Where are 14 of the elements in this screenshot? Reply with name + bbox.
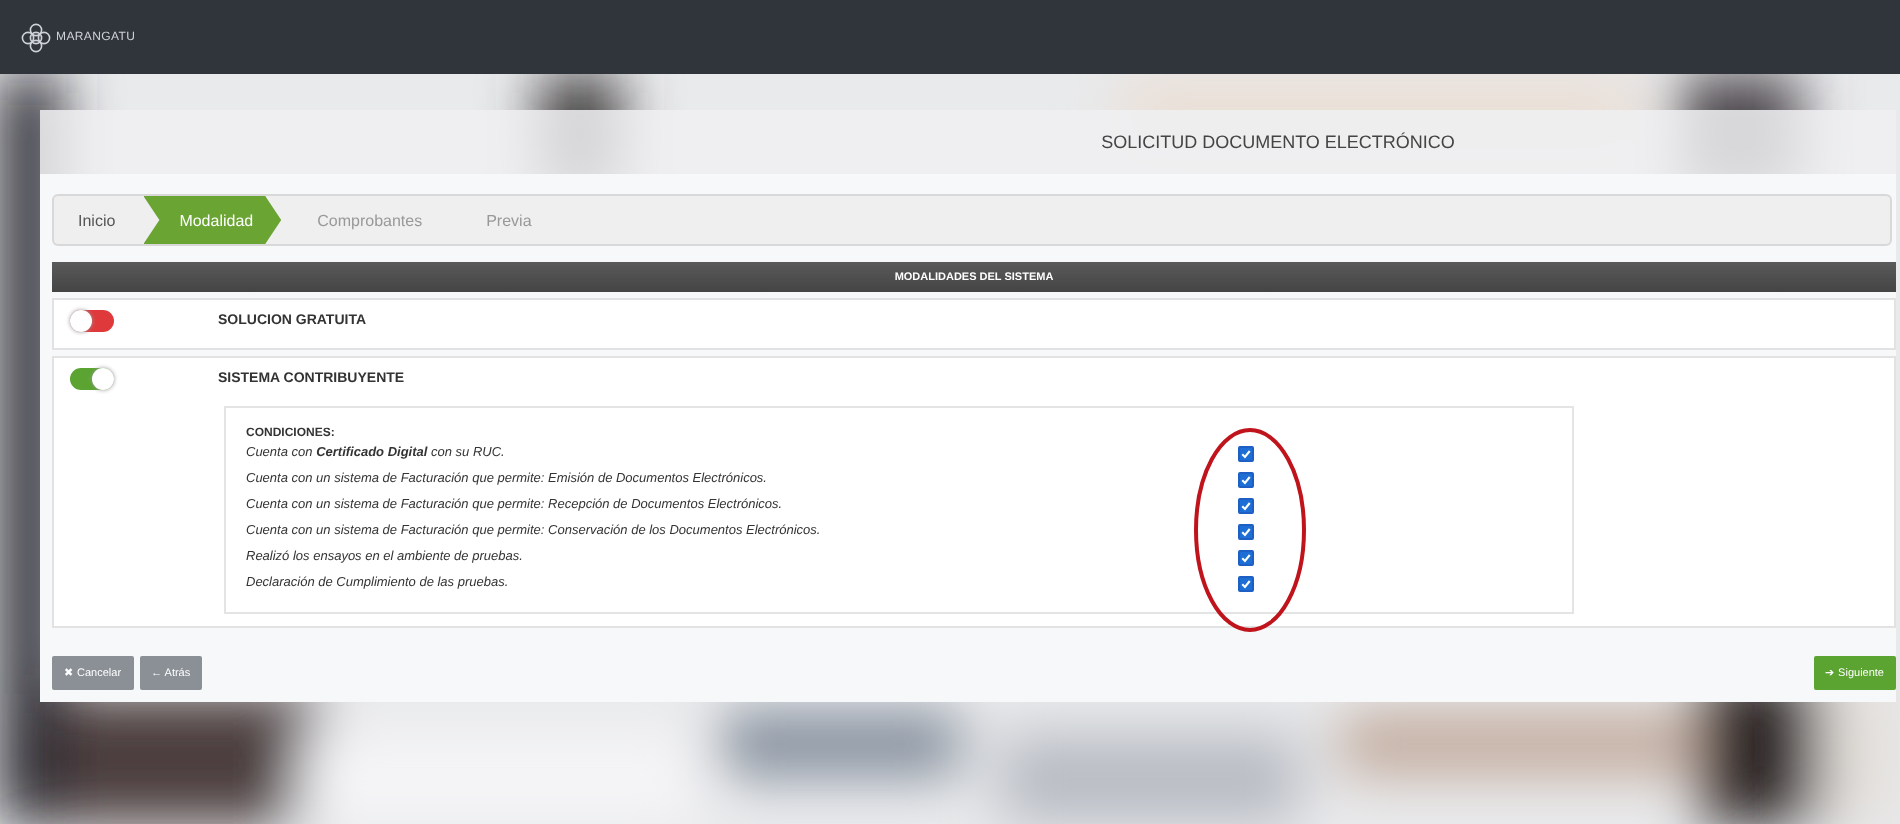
toggle-switch[interactable]	[70, 309, 114, 331]
checkbox[interactable]	[1238, 497, 1254, 513]
checkbox[interactable]	[1238, 575, 1254, 591]
wizard-step[interactable]: Comprobantes	[281, 196, 451, 244]
checkbox[interactable]	[1238, 471, 1254, 487]
checkbox[interactable]	[1238, 445, 1254, 461]
wizard-step[interactable]: Previa	[450, 196, 560, 244]
wizard-step[interactable]: Modalidad	[143, 196, 282, 244]
checkbox[interactable]	[1238, 549, 1254, 565]
checkbox[interactable]	[1238, 523, 1254, 539]
page-title: SOLICITUD DOCUMENTO ELECTRÓNICO	[1101, 132, 1455, 152]
flower-logo-icon	[20, 21, 52, 53]
wizard-step[interactable]: Inicio	[54, 196, 144, 244]
toggle-switch[interactable]	[70, 367, 114, 389]
